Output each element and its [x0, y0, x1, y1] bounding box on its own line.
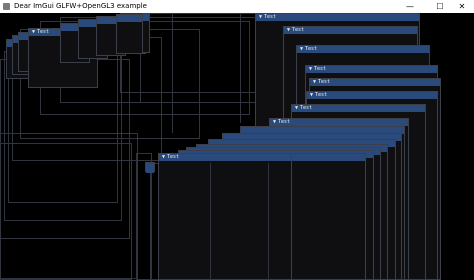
collapse-arrow-icon[interactable]: ▼: [32, 29, 35, 35]
window-label: Test: [167, 154, 180, 160]
window-frame: [0, 143, 132, 280]
window-edge: [268, 163, 269, 280]
window-edge: [240, 13, 241, 123]
window-label: Test: [300, 105, 313, 111]
imgui-window-front[interactable]: ▼ Test: [158, 153, 292, 280]
collapse-arrow-icon[interactable]: ▼: [300, 46, 303, 52]
window-label: Test: [314, 66, 327, 72]
window-label: Test: [305, 46, 318, 52]
title-bar: Dear ImGui GLFW+OpenGL3 example — ☐ ✕: [0, 0, 474, 14]
collapse-arrow-icon[interactable]: ▼: [313, 79, 316, 85]
window-title: Dear ImGui GLFW+OpenGL3 example: [14, 2, 147, 10]
collapse-arrow-icon[interactable]: ▼: [273, 119, 276, 125]
imgui-window[interactable]: [145, 162, 155, 173]
app-icon: [3, 3, 10, 10]
window-label: Test: [292, 27, 305, 33]
minimize-button[interactable]: —: [398, 0, 422, 13]
window-label: Test: [264, 14, 277, 20]
collapse-arrow-icon[interactable]: ▼: [287, 27, 290, 33]
window-label: Test: [318, 79, 331, 85]
window-label: Test: [315, 92, 328, 98]
imgui-window[interactable]: [142, 13, 150, 53]
collapse-arrow-icon[interactable]: ▼: [162, 154, 165, 160]
window-edge: [172, 13, 173, 133]
close-button[interactable]: ✕: [450, 0, 474, 13]
maximize-button[interactable]: ☐: [428, 0, 452, 13]
collapse-arrow-icon[interactable]: ▼: [259, 14, 262, 20]
collapse-arrow-icon[interactable]: ▼: [309, 66, 312, 72]
window-label: Test: [278, 119, 291, 125]
collapse-arrow-icon[interactable]: ▼: [310, 92, 313, 98]
window-label: Test: [37, 29, 50, 35]
imgui-canvas[interactable]: ▼ Test ▼ Test ▼ Test ▼ Test ▼ Test ▼ Test ▼ Tes…: [0, 13, 474, 280]
window-edge: [210, 163, 211, 280]
collapse-arrow-icon[interactable]: ▼: [295, 105, 298, 111]
